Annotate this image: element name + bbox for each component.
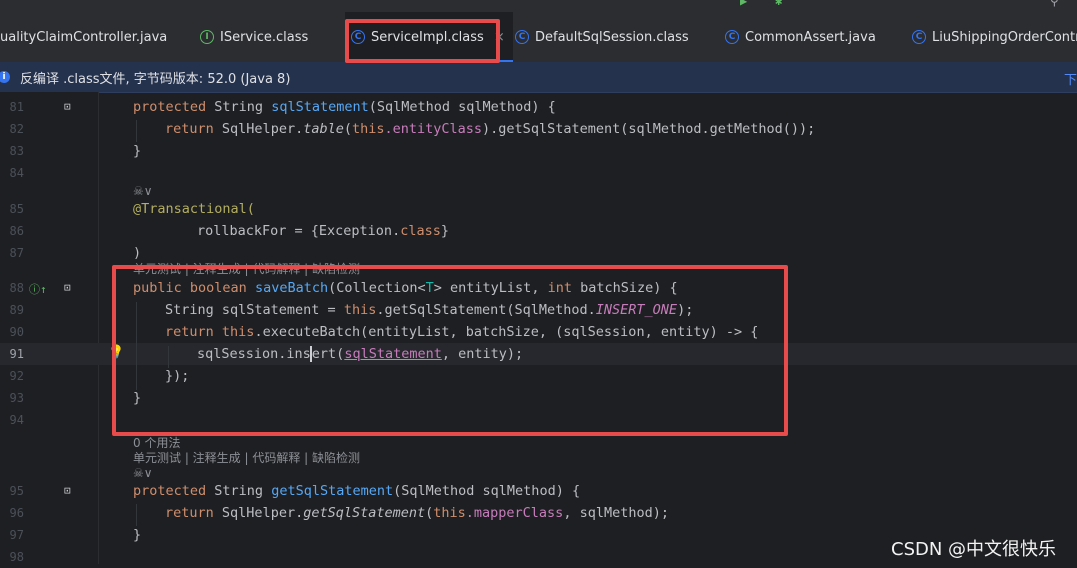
authors-inlay-hint[interactable]: ☠∨ <box>133 184 153 198</box>
code-line-82[interactable]: return SqlHelper.table(this.entityClass)… <box>165 118 815 140</box>
decompiled-method-icon[interactable]: ⊡ <box>64 281 71 294</box>
line-number: 86 <box>9 224 24 238</box>
tab-label: DefaultSqlSession.class <box>535 29 689 45</box>
title-strip: ▶ ✱ ⚲ <box>0 0 1077 12</box>
code-line-89[interactable]: String sqlStatement = this.getSqlStateme… <box>165 299 693 321</box>
line-number: 97 <box>9 528 24 542</box>
csdn-watermark: CSDN @中文很快乐 <box>891 539 1057 560</box>
code-line-95[interactable]: protected String getSqlStatement(SqlMeth… <box>133 480 580 502</box>
tab-serviceimpl[interactable]: C ServiceImpl.class × <box>345 12 513 62</box>
code-line-92[interactable]: }); <box>165 365 189 387</box>
line-number: 98 <box>9 550 24 564</box>
ai-actions-inlay-hint[interactable]: 单元测试 | 注释生成 | 代码解释 | 缺陷检测 <box>133 451 360 465</box>
code-line-88[interactable]: public boolean saveBatch(Collection<T> e… <box>133 277 678 299</box>
code-line-87[interactable]: ) <box>133 242 141 264</box>
code-line-85[interactable]: @Transactional( <box>133 198 255 220</box>
close-tab-icon[interactable]: × <box>494 30 505 45</box>
decompiled-method-icon[interactable]: ⊡ <box>64 100 71 113</box>
code-line-97[interactable]: } <box>133 524 141 546</box>
tab-iservice[interactable]: I IService.class <box>200 12 308 62</box>
usages-inlay-hint[interactable]: 0 个用法 <box>133 436 180 450</box>
tab-liu-shipping-order-controller[interactable]: C LiuShippingOrderContr <box>912 12 1077 62</box>
line-number: 96 <box>9 506 24 520</box>
gutter-divider <box>98 92 99 564</box>
authors-inlay-hint[interactable]: ☠∨ <box>133 466 153 480</box>
code-line-90[interactable]: return this.executeBatch(entityList, bat… <box>165 321 758 343</box>
implements-method-icon[interactable]: ⓘ↑ <box>29 281 47 297</box>
class-icon: C <box>351 30 365 44</box>
line-number: 88 <box>9 281 24 295</box>
indent-guide <box>136 302 137 390</box>
tab-label: IService.class <box>220 29 309 45</box>
code-line-96[interactable]: return SqlHelper.getSqlStatement(this.ma… <box>165 502 669 524</box>
line-number: 82 <box>9 122 24 136</box>
line-number-current: 91 <box>9 347 24 361</box>
line-number: 89 <box>9 303 24 317</box>
ai-actions-inlay-hint[interactable]: 单元测试 | 注释生成 | 代码解释 | 缺陷检测 <box>133 262 360 276</box>
class-icon: C <box>515 30 529 44</box>
tab-quality-claim-controller[interactable]: ualityClaimController.java <box>0 12 167 62</box>
code-line-93[interactable]: } <box>133 387 141 409</box>
interface-class-icon: I <box>200 30 214 44</box>
line-number: 94 <box>9 413 24 427</box>
tab-label: ualityClaimController.java <box>0 29 168 45</box>
notice-text: 反编译 .class文件, 字节码版本: 52.0 (Java 8) <box>20 71 291 87</box>
info-icon: i <box>0 71 10 83</box>
tab-label: ServiceImpl.class <box>371 29 484 45</box>
decompiled-notice-banner: i 反编译 .class文件, 字节码版本: 52.0 (Java 8) 下 <box>0 62 1077 93</box>
tab-label: LiuShippingOrderContr <box>932 29 1077 45</box>
code-line-91[interactable]: sqlSession.insert(sqlStatement, entity); <box>197 343 523 365</box>
line-number: 93 <box>9 391 24 405</box>
search-icon[interactable]: ⚲ <box>1050 0 1059 8</box>
line-number: 81 <box>9 100 24 114</box>
line-number: 85 <box>9 202 24 216</box>
indent-guide <box>136 504 137 526</box>
tab-default-sql-session[interactable]: C DefaultSqlSession.class <box>515 12 689 62</box>
debug-icon[interactable]: ✱ <box>775 0 782 8</box>
tab-label: CommonAssert.java <box>745 29 876 45</box>
current-line-highlight <box>0 343 1077 365</box>
class-icon: C <box>725 30 739 44</box>
line-number: 90 <box>9 325 24 339</box>
code-line-81[interactable]: protected String sqlStatement(SqlMethod … <box>133 96 556 118</box>
lightbulb-icon[interactable]: 💡 <box>108 345 124 360</box>
decompiled-method-icon[interactable]: ⊡ <box>64 484 71 497</box>
code-line-83[interactable]: } <box>133 140 141 162</box>
run-icon[interactable]: ▶ <box>740 0 747 8</box>
line-number: 84 <box>9 166 24 180</box>
line-number: 83 <box>9 144 24 158</box>
download-sources-link[interactable]: 下 <box>1064 69 1077 88</box>
editor-tab-bar: ualityClaimController.java I IService.cl… <box>0 12 1077 62</box>
line-number: 92 <box>9 369 24 383</box>
line-number: 95 <box>9 484 24 498</box>
line-number: 87 <box>9 246 24 260</box>
code-line-86[interactable]: rollbackFor = {Exception.class} <box>197 220 449 242</box>
indent-guide <box>136 120 137 142</box>
class-icon: C <box>912 30 926 44</box>
tab-common-assert[interactable]: C CommonAssert.java <box>725 12 876 62</box>
